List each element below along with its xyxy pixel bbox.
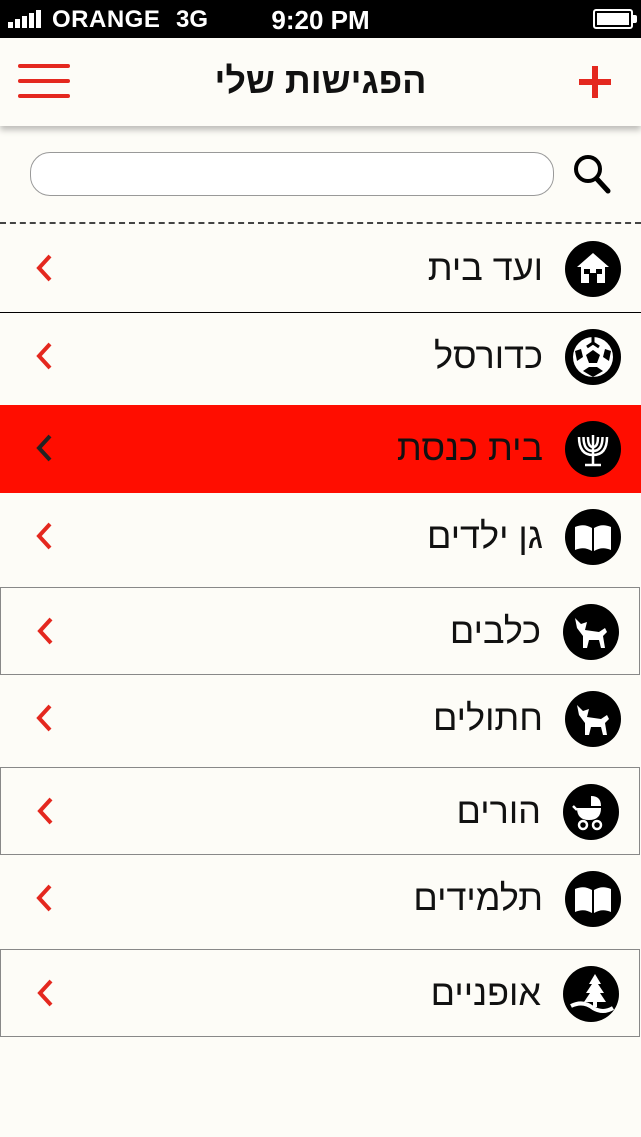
chevron-left-icon [37, 979, 53, 1007]
list-item[interactable]: אופניים [0, 949, 640, 1037]
chevron-left-icon [36, 342, 52, 370]
soccer-ball-icon [565, 329, 621, 385]
list-item[interactable]: הורים [0, 767, 640, 855]
list-item-label: כדורסל [433, 335, 543, 376]
menorah-icon [565, 421, 621, 477]
status-time: 9:20 PM [271, 5, 370, 35]
status-bar: ORANGE 3G 9:20 PM [0, 0, 641, 38]
list-item-label: הורים [456, 790, 541, 831]
chevron-left-icon [37, 617, 53, 645]
list-item-label: בית כנסת [396, 427, 543, 468]
list-item[interactable]: גן ילדים [0, 493, 641, 587]
chevron-left-icon [36, 522, 52, 550]
chevron-left-icon [36, 704, 52, 732]
meetings-list: ועד בית כדורסל בית כנסת גן ילדים כלבים ח… [0, 225, 641, 1037]
baby-stroller-icon [563, 784, 619, 840]
list-item-label: ועד בית [427, 247, 543, 288]
battery-icon [593, 9, 637, 29]
list-item[interactable]: בית כנסת [0, 405, 641, 493]
open-book-icon [565, 871, 621, 927]
list-item[interactable]: תלמידים [0, 855, 641, 949]
nav-bar: הפגישות שלי [0, 38, 641, 126]
chevron-left-icon [36, 884, 52, 912]
list-item-label: חתולים [432, 697, 543, 738]
list-item[interactable]: ועד בית [0, 225, 641, 313]
list-item-label: תלמידים [413, 877, 543, 918]
list-item-label: כלבים [449, 610, 541, 651]
tree-path-icon [563, 966, 619, 1022]
list-item[interactable]: כדורסל [0, 313, 641, 405]
chevron-left-icon [36, 254, 52, 282]
list-item[interactable]: חתולים [0, 675, 641, 767]
page-title: הפגישות שלי [214, 60, 427, 101]
dog-icon [563, 604, 619, 660]
search-bar [0, 126, 641, 224]
cat-icon [565, 691, 621, 747]
chevron-left-icon [36, 434, 52, 462]
search-input[interactable] [30, 152, 554, 196]
search-icon[interactable] [573, 154, 611, 194]
list-item-label: אופניים [430, 972, 541, 1013]
list-item[interactable]: כלבים [0, 587, 640, 675]
house-icon [565, 241, 621, 297]
chevron-left-icon [37, 797, 53, 825]
list-item-label: גן ילדים [427, 515, 543, 556]
open-book-icon [565, 509, 621, 565]
plus-icon[interactable] [579, 66, 611, 98]
